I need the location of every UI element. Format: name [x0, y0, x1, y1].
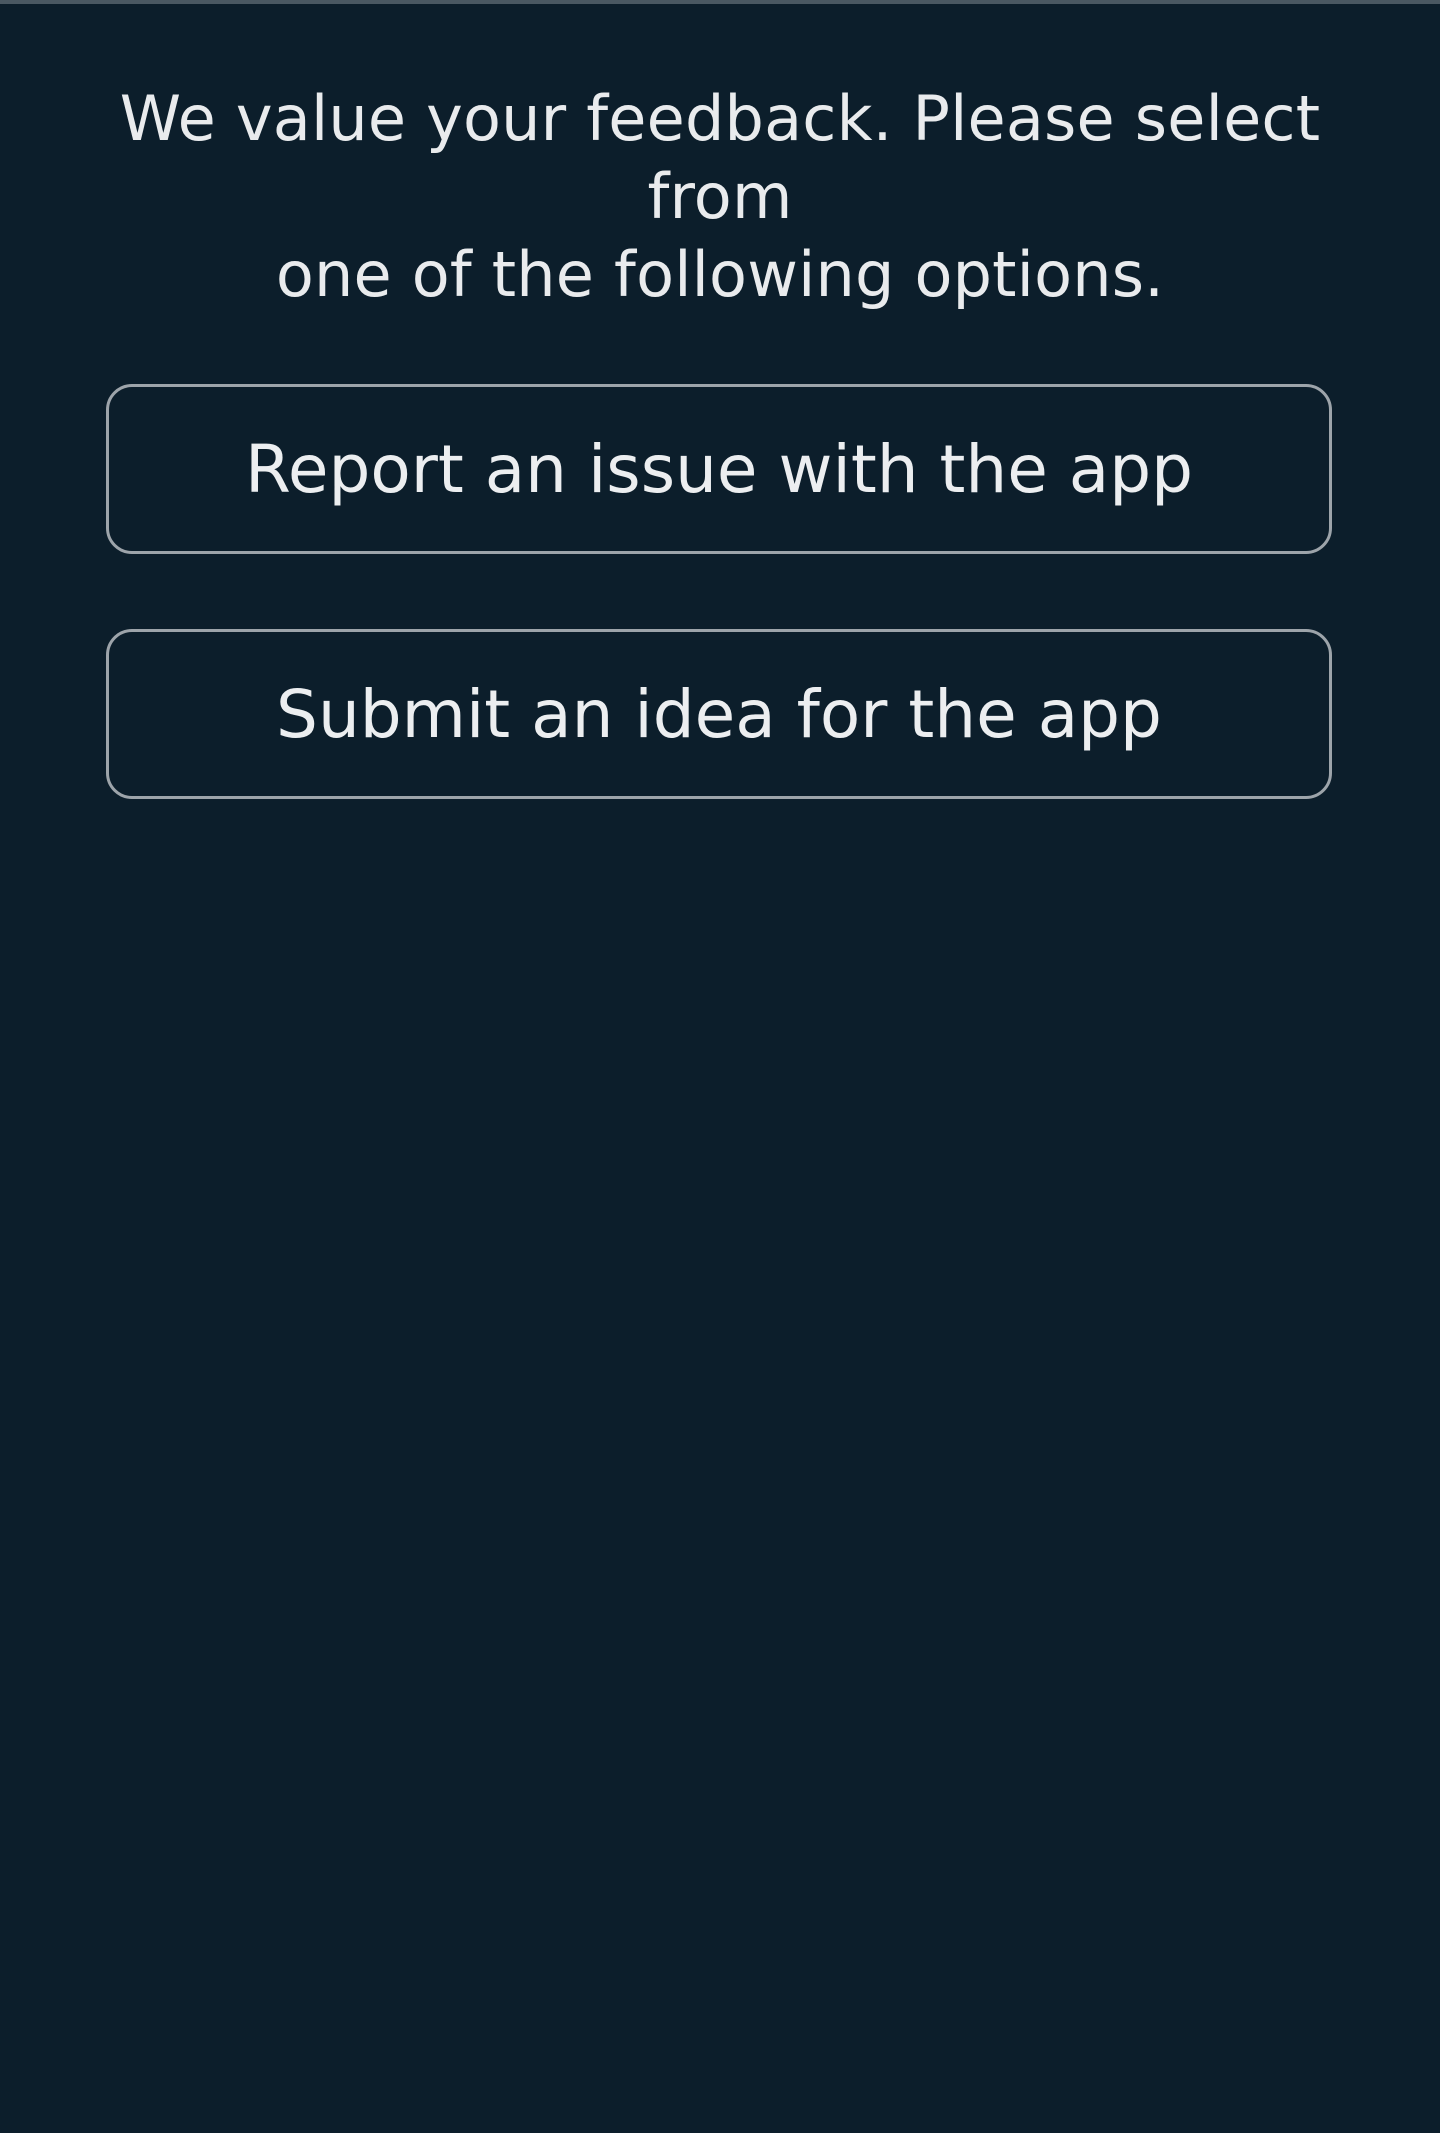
- submit-idea-button-label: Submit an idea for the app: [276, 675, 1162, 753]
- top-edge-divider: [0, 0, 1440, 4]
- submit-idea-button[interactable]: Submit an idea for the app: [106, 629, 1332, 799]
- feedback-prompt-line-1: We value your feedback. Please select fr…: [119, 82, 1321, 233]
- feedback-prompt-line-2: one of the following options.: [275, 238, 1165, 311]
- feedback-prompt: We value your feedback. Please select fr…: [40, 80, 1400, 314]
- report-issue-button-label: Report an issue with the app: [244, 430, 1194, 508]
- report-issue-button[interactable]: Report an issue with the app: [106, 384, 1332, 554]
